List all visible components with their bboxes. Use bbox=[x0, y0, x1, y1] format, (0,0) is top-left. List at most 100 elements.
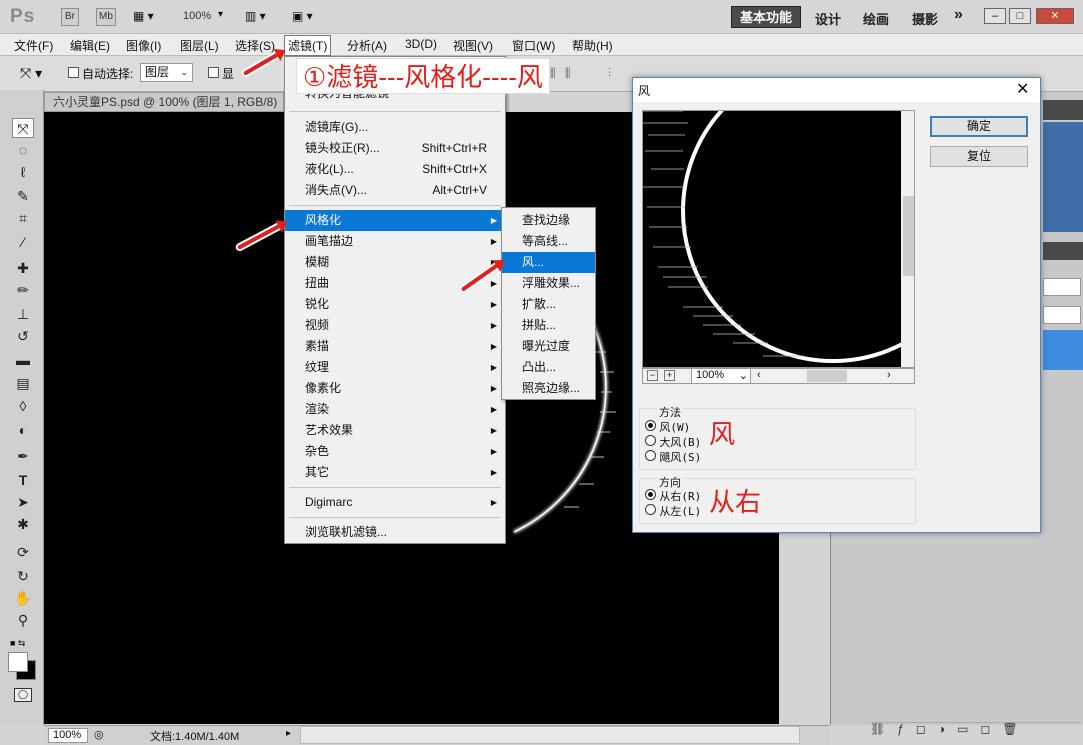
view-extras-icon[interactable]: ▦ ▾ bbox=[133, 9, 154, 23]
hand-tool-icon[interactable]: ✋ bbox=[12, 588, 34, 608]
menu-layer[interactable]: 图层(L) bbox=[178, 37, 221, 54]
submenu-texture[interactable]: 纹理 ▶ bbox=[285, 357, 505, 378]
menu-file[interactable]: 文件(F) bbox=[12, 37, 55, 54]
lens-correction-item[interactable]: 镜头校正(R)... Shift+Ctrl+R bbox=[285, 138, 505, 159]
layers-panel-buttons[interactable]: ⛓ƒ◻◑▭◻🗑 bbox=[870, 722, 1030, 736]
auto-select-dropdown[interactable]: 图层 ⌄ bbox=[140, 63, 193, 82]
submenu-brush-strokes[interactable]: 画笔描边 ▶ bbox=[285, 231, 505, 252]
show-transform-checkbox[interactable] bbox=[208, 67, 219, 78]
gradient-tool-icon[interactable]: ▤ bbox=[12, 373, 34, 393]
move-tool-icon[interactable]: ⤧ ▾ bbox=[20, 65, 42, 82]
quick-mask-icon[interactable]: ◯ bbox=[14, 688, 32, 702]
3d-orbit-icon[interactable]: ↻ bbox=[12, 566, 34, 586]
trace-contour-item[interactable]: 等高线... bbox=[502, 231, 595, 252]
eraser-tool-icon[interactable]: ▬ bbox=[12, 350, 34, 370]
submenu-sharpen[interactable]: 锐化 ▶ bbox=[285, 294, 505, 315]
horizontal-scrollbar[interactable] bbox=[300, 726, 800, 744]
workspace-photography[interactable]: 摄影 bbox=[912, 9, 938, 28]
preview-h-scroll-thumb[interactable] bbox=[807, 370, 847, 382]
opacity-field[interactable] bbox=[1043, 278, 1081, 296]
eyedropper-tool-icon[interactable]: ⁄ bbox=[12, 232, 34, 252]
submenu-digimarc[interactable]: Digimarc ▶ bbox=[285, 492, 505, 513]
submenu-other[interactable]: 其它 ▶ bbox=[285, 462, 505, 483]
status-zoom[interactable]: 100% bbox=[48, 728, 88, 743]
menu-analysis[interactable]: 分析(A) bbox=[345, 37, 389, 54]
direction-left-option[interactable]: 从左(L) bbox=[645, 503, 701, 519]
document-tab[interactable]: 六小灵童PS.psd @ 100% (图层 1, RGB/8) * bbox=[44, 92, 284, 127]
auto-select-checkbox[interactable] bbox=[68, 67, 79, 78]
submenu-artistic[interactable]: 艺术效果 ▶ bbox=[285, 420, 505, 441]
method-blast-radio[interactable] bbox=[645, 435, 656, 446]
submenu-blur[interactable]: 模糊▶ bbox=[285, 252, 505, 273]
dodge-tool-icon[interactable]: ◐ bbox=[12, 420, 34, 440]
maximize-icon[interactable]: □ bbox=[1009, 8, 1031, 24]
path-select-icon[interactable]: ➤ bbox=[12, 492, 34, 512]
submenu-video[interactable]: 视频 ▶ bbox=[285, 315, 505, 336]
menu-image[interactable]: 图像(I) bbox=[124, 37, 163, 54]
default-colors-icon[interactable]: ■ ⇆ bbox=[10, 638, 25, 649]
menu-select[interactable]: 选择(S) bbox=[233, 37, 277, 54]
zoom-dropdown-icon[interactable]: ▾ bbox=[218, 9, 223, 20]
auto-align-icon[interactable]: ⫶ bbox=[608, 66, 611, 81]
workspace-essentials[interactable]: 基本功能 bbox=[731, 6, 802, 28]
liquify-item[interactable]: 液化(L)... Shift+Ctrl+X bbox=[285, 159, 505, 180]
arrange-documents-icon[interactable]: ▥ ▾ bbox=[245, 9, 266, 23]
submenu-sketch[interactable]: 素描 ▶ bbox=[285, 336, 505, 357]
menu-edit[interactable]: 编辑(E) bbox=[68, 37, 112, 54]
shape-tool-icon[interactable]: ✱ bbox=[12, 514, 34, 534]
zoom-tool-icon[interactable]: ⚲ bbox=[12, 610, 34, 630]
wind-item[interactable]: 风... bbox=[502, 252, 595, 273]
glowing-edges-item[interactable]: 照亮边缘... bbox=[502, 378, 595, 399]
submenu-pixelate[interactable]: 像素化 ▶ bbox=[285, 378, 505, 399]
menu-filter[interactable]: 滤镜(T) bbox=[284, 35, 332, 56]
workspace-design[interactable]: 设计 bbox=[815, 9, 841, 28]
wind-preview[interactable] bbox=[642, 110, 915, 368]
crop-tool-icon[interactable]: ⌗ bbox=[12, 208, 34, 228]
emboss-item[interactable]: 浮雕效果... bbox=[502, 273, 595, 294]
filter-gallery-item[interactable]: 滤镜库(G)... bbox=[285, 117, 505, 138]
method-stagger-radio[interactable] bbox=[645, 450, 656, 461]
menu-window[interactable]: 窗口(W) bbox=[510, 37, 557, 54]
ok-button[interactable]: 确定 bbox=[930, 116, 1028, 137]
browse-filters-online-item[interactable]: 浏览联机滤镜... bbox=[285, 522, 505, 543]
direction-left-radio[interactable] bbox=[645, 504, 656, 515]
workspace-painting[interactable]: 绘画 bbox=[863, 9, 889, 28]
find-edges-item[interactable]: 查找边缘 bbox=[502, 210, 595, 231]
mini-bridge-button[interactable]: Mb bbox=[96, 8, 116, 26]
layer-selected[interactable] bbox=[1043, 330, 1083, 370]
type-tool-icon[interactable]: T bbox=[12, 470, 34, 490]
quick-select-tool-icon[interactable]: ✎ bbox=[12, 186, 34, 206]
method-wind-radio[interactable] bbox=[645, 420, 656, 431]
stamp-tool-icon[interactable]: ⊥ bbox=[12, 304, 34, 324]
bridge-button[interactable]: Br bbox=[61, 8, 79, 26]
zoom-in-icon[interactable]: + bbox=[664, 370, 675, 381]
menu-help[interactable]: 帮助(H) bbox=[570, 37, 615, 54]
preview-zoom-field[interactable]: 100% ⌄ bbox=[691, 368, 751, 384]
history-brush-icon[interactable]: ↺ bbox=[12, 326, 34, 346]
foreground-color-swatch[interactable] bbox=[8, 652, 28, 672]
dialog-close-icon[interactable]: ✕ bbox=[1016, 79, 1029, 99]
pen-tool-icon[interactable]: ✒ bbox=[12, 446, 34, 466]
fill-field[interactable] bbox=[1043, 306, 1081, 324]
status-icon[interactable]: ◎ bbox=[94, 728, 104, 741]
submenu-noise[interactable]: 杂色 ▶ bbox=[285, 441, 505, 462]
menu-3d[interactable]: 3D(D) bbox=[403, 37, 439, 51]
scroll-right-icon[interactable]: › bbox=[887, 369, 891, 381]
menu-view[interactable]: 视图(V) bbox=[451, 37, 495, 54]
marquee-tool-icon[interactable]: ◌ bbox=[12, 140, 34, 160]
align-icons[interactable]: ⫼ ⫼ bbox=[550, 66, 573, 81]
close-icon[interactable]: ✕ bbox=[1036, 8, 1074, 24]
status-doc-size[interactable]: 文档:1.40M/1.40M bbox=[150, 728, 239, 744]
direction-right-radio[interactable] bbox=[645, 489, 656, 500]
zoom-out-icon[interactable]: − bbox=[647, 370, 658, 381]
direction-right-option[interactable]: 从右(R) bbox=[645, 488, 701, 504]
method-wind-option[interactable]: 风(W) bbox=[645, 419, 690, 435]
3d-rotate-icon[interactable]: ⟳ bbox=[12, 542, 34, 562]
screen-mode-icon[interactable]: ▣ ▾ bbox=[292, 9, 313, 23]
reset-button[interactable]: 复位 bbox=[930, 146, 1028, 167]
brush-tool-icon[interactable]: ✏ bbox=[12, 280, 34, 300]
status-menu-arrow[interactable]: ▸ bbox=[286, 728, 291, 739]
move-tool-icon[interactable]: ⤧ bbox=[12, 118, 34, 138]
workspace-more[interactable]: » bbox=[954, 6, 963, 24]
zoom-level[interactable]: 100% bbox=[183, 10, 211, 22]
